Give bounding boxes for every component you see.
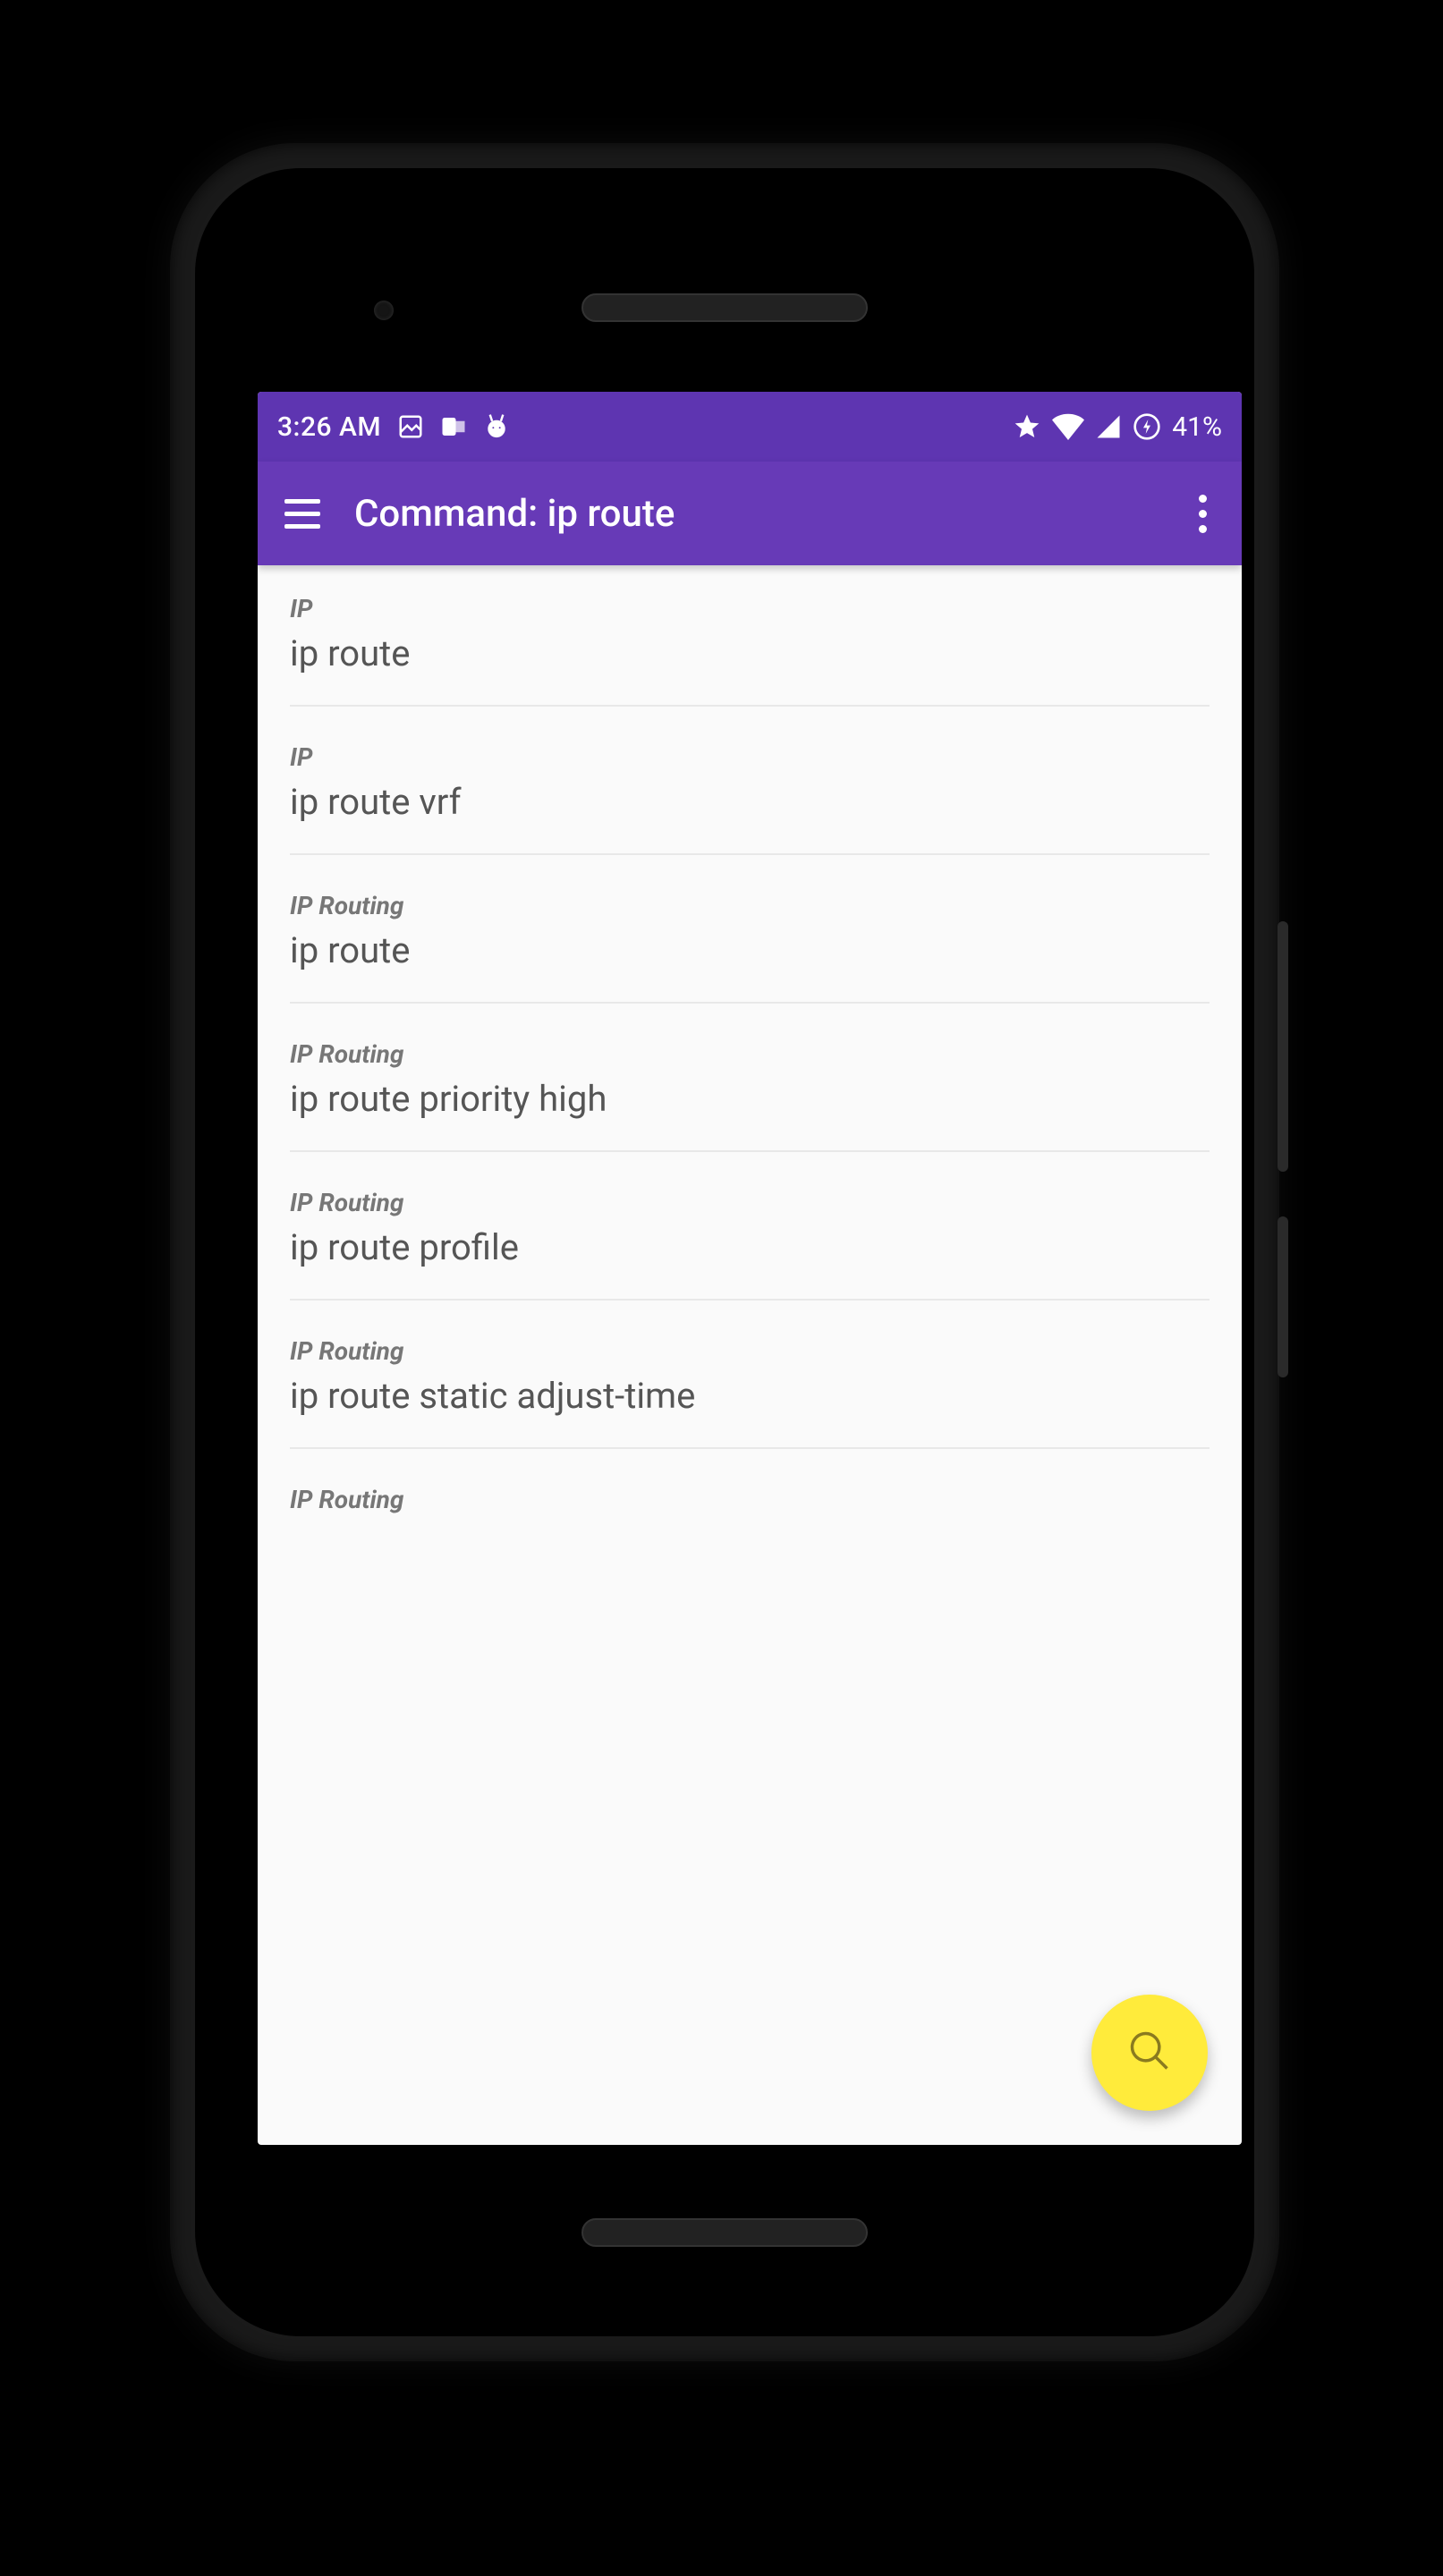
phone-earpiece [581,293,868,322]
item-title: ip route priority high [290,1078,1210,1120]
phone-frame: 3:26 AM [170,143,1279,2361]
item-category: IP Routing [290,1188,1210,1217]
status-time: 3:26 AM [277,411,381,443]
item-title: ip route profile [290,1226,1210,1268]
item-category: IP [290,594,1210,623]
list-item[interactable]: IP Routing ip route [290,855,1210,1004]
phone-camera [374,301,394,320]
wifi-icon [1052,413,1084,440]
phone-bezel: 3:26 AM [195,168,1254,2336]
status-bar-right: 41% [1013,411,1222,443]
list-item[interactable]: IP Routing [290,1449,1210,1514]
command-list[interactable]: IP ip route IP ip route vrf IP Routing i… [258,565,1242,1514]
app-bar-title: Command: ip route [354,492,1181,536]
battery-percent: 41% [1172,411,1222,443]
list-item[interactable]: IP Routing ip route profile [290,1152,1210,1301]
battery-circle-icon [1133,412,1161,441]
screen: 3:26 AM [258,392,1242,2145]
phone-speaker [581,2218,868,2247]
overflow-menu-button[interactable] [1181,487,1224,540]
outlook-icon [440,413,467,440]
cyanogen-icon [483,411,510,442]
phone-side-button [1277,1216,1288,1377]
phone-side-button [1277,921,1288,1172]
item-category: IP Routing [290,891,1210,920]
item-category: IP Routing [290,1336,1210,1366]
item-title: ip route static adjust-time [290,1375,1210,1417]
list-item[interactable]: IP ip route [290,565,1210,707]
status-bar: 3:26 AM [258,392,1242,462]
item-category: IP [290,742,1210,772]
item-title: ip route [290,929,1210,971]
search-fab[interactable] [1091,1995,1208,2111]
item-category: IP Routing [290,1039,1210,1069]
menu-button[interactable] [276,487,329,540]
item-title: ip route [290,632,1210,674]
list-item[interactable]: IP Routing ip route static adjust-time [290,1301,1210,1449]
list-item[interactable]: IP ip route vrf [290,707,1210,855]
item-title: ip route vrf [290,781,1210,823]
search-icon [1126,2028,1173,2078]
image-icon [397,413,424,440]
cell-signal-icon [1095,413,1122,440]
star-icon [1013,412,1041,441]
app-bar: Command: ip route [258,462,1242,565]
item-category: IP Routing [290,1485,1210,1514]
status-bar-left: 3:26 AM [277,411,510,443]
list-item[interactable]: IP Routing ip route priority high [290,1004,1210,1152]
